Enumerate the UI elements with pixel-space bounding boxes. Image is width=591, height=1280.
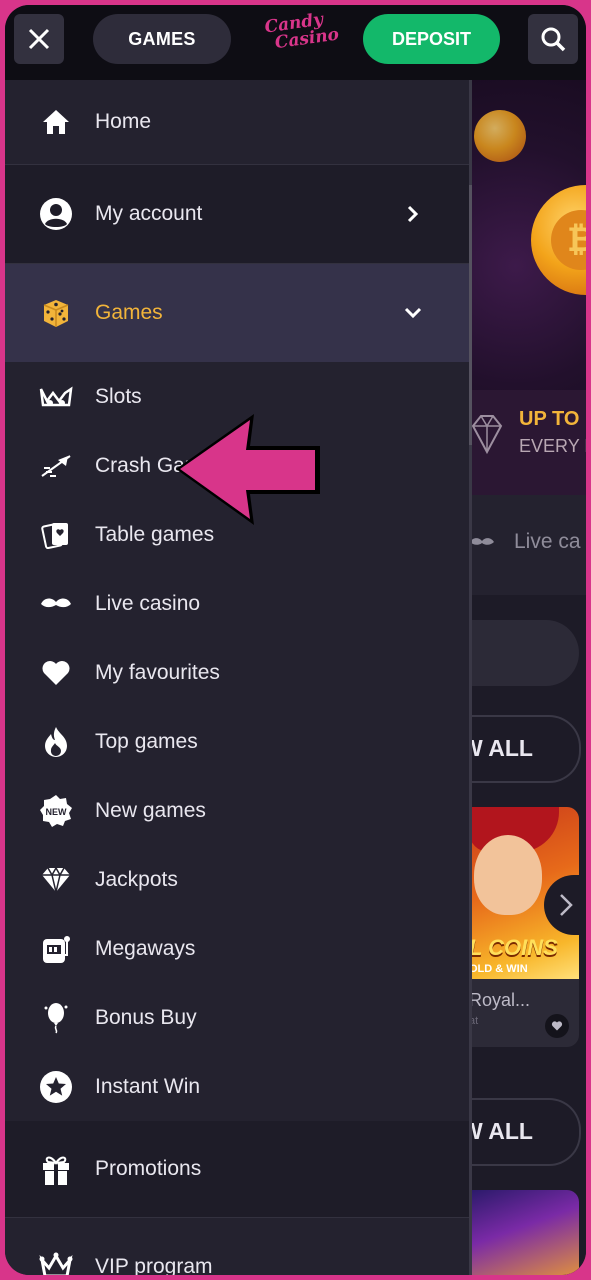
- promo-banner-image: ₿: [469, 80, 586, 390]
- game-logo-text: L COINS: [469, 935, 558, 960]
- gift-icon: [39, 1152, 73, 1186]
- diamond-icon: [39, 863, 73, 897]
- diamond-icon: [471, 415, 503, 455]
- menu-item-label: VIP program: [95, 1255, 213, 1275]
- flame-icon: [39, 725, 73, 759]
- chevron-down-icon: [403, 303, 423, 323]
- menu-item-bonus-buy[interactable]: Bonus Buy: [5, 983, 469, 1052]
- slot-machine-icon: [39, 932, 73, 966]
- games-button[interactable]: GAMES: [93, 14, 231, 64]
- joker-face-art: [474, 835, 542, 915]
- promo-title: UP TO: [519, 408, 580, 430]
- balloon-icon: [39, 1001, 73, 1035]
- favourite-button[interactable]: [545, 1014, 569, 1038]
- search-games-input[interactable]: [469, 620, 579, 686]
- cards-icon: [39, 518, 73, 552]
- menu-item-label: Live casino: [95, 591, 201, 615]
- menu-item-label: Instant Win: [95, 1074, 201, 1098]
- crown-icon: [39, 1250, 73, 1275]
- close-menu-button[interactable]: [14, 14, 64, 64]
- new-badge-icon: NEW: [39, 794, 73, 828]
- menu-item-megaways[interactable]: Megaways: [5, 914, 469, 983]
- tab-live-casino[interactable]: Live ca: [514, 530, 581, 554]
- view-all-button[interactable]: W ALL: [469, 1098, 581, 1166]
- menu-item-vip-program[interactable]: VIP program: [5, 1218, 469, 1275]
- user-icon: [39, 197, 73, 231]
- menu-item-my-account[interactable]: My account: [5, 165, 469, 263]
- coin-icon: [474, 110, 526, 162]
- svg-text:NEW: NEW: [46, 807, 68, 817]
- mustache-icon: [39, 587, 73, 621]
- menu-item-label: Games: [95, 301, 163, 324]
- promo-subtitle: EVERY D: [519, 436, 586, 456]
- game-card[interactable]: [469, 1190, 579, 1275]
- menu-item-promotions[interactable]: Promotions: [5, 1121, 469, 1217]
- search-icon: [541, 27, 566, 52]
- background-page: ₿ UP TO EVERY D Live ca W ALL L COINS OL…: [469, 80, 586, 1275]
- menu-item-label: Slots: [95, 385, 142, 408]
- pointer-arrow-annotation: [176, 414, 320, 525]
- menu-item-label: Home: [95, 110, 152, 133]
- menu-item-live-casino[interactable]: Live casino: [5, 569, 469, 638]
- heart-icon: [39, 656, 73, 690]
- search-button[interactable]: [528, 14, 578, 64]
- dice-icon: [39, 296, 73, 330]
- app-frame: ₿ UP TO EVERY D Live ca W ALL L COINS OL…: [5, 5, 586, 1275]
- category-tabs: Live ca: [469, 495, 586, 595]
- close-icon: [28, 28, 50, 50]
- menu-item-home[interactable]: Home: [5, 80, 469, 164]
- menu-item-label: My favourites: [95, 660, 220, 684]
- deposit-button[interactable]: DEPOSIT: [363, 14, 500, 64]
- top-bar: GAMES Candy Casino DEPOSIT: [5, 5, 586, 80]
- menu-item-label: Jackpots: [95, 867, 178, 891]
- menu-item-top-games[interactable]: Top games: [5, 707, 469, 776]
- promo-strip[interactable]: UP TO EVERY D: [469, 390, 586, 495]
- menu-item-label: Megaways: [95, 936, 196, 960]
- chevron-right-icon: [403, 204, 423, 224]
- logo[interactable]: Candy Casino: [263, 10, 340, 71]
- star-icon: [39, 1070, 73, 1104]
- slots-icon: [39, 380, 73, 414]
- menu-item-jackpots[interactable]: Jackpots: [5, 845, 469, 914]
- menu-item-games[interactable]: Games: [5, 264, 469, 362]
- menu-item-label: Promotions: [95, 1157, 202, 1180]
- heart-icon: [551, 1021, 563, 1031]
- view-all-label: W ALL: [469, 735, 533, 761]
- game-logo-subtext: OLD & WIN: [469, 963, 528, 975]
- menu-item-instant-win[interactable]: Instant Win: [5, 1052, 469, 1121]
- side-menu: Home My account Games Slots Crash Games …: [5, 80, 469, 1275]
- chevron-right-icon: [560, 894, 573, 916]
- view-all-label: W ALL: [469, 1118, 533, 1144]
- menu-item-label: Bonus Buy: [95, 1005, 197, 1029]
- menu-scrollbar-thumb[interactable]: [469, 185, 472, 445]
- game-name: Royal...: [469, 990, 531, 1010]
- view-all-button[interactable]: W ALL: [469, 715, 581, 783]
- home-icon: [39, 105, 73, 139]
- menu-item-label: My account: [95, 202, 203, 225]
- menu-item-new-games[interactable]: NEW New games: [5, 776, 469, 845]
- crash-icon: [39, 449, 73, 483]
- mustache-icon: [470, 538, 494, 545]
- menu-item-label: Top games: [95, 729, 198, 753]
- menu-item-label: New games: [95, 798, 206, 822]
- menu-item-my-favourites[interactable]: My favourites: [5, 638, 469, 707]
